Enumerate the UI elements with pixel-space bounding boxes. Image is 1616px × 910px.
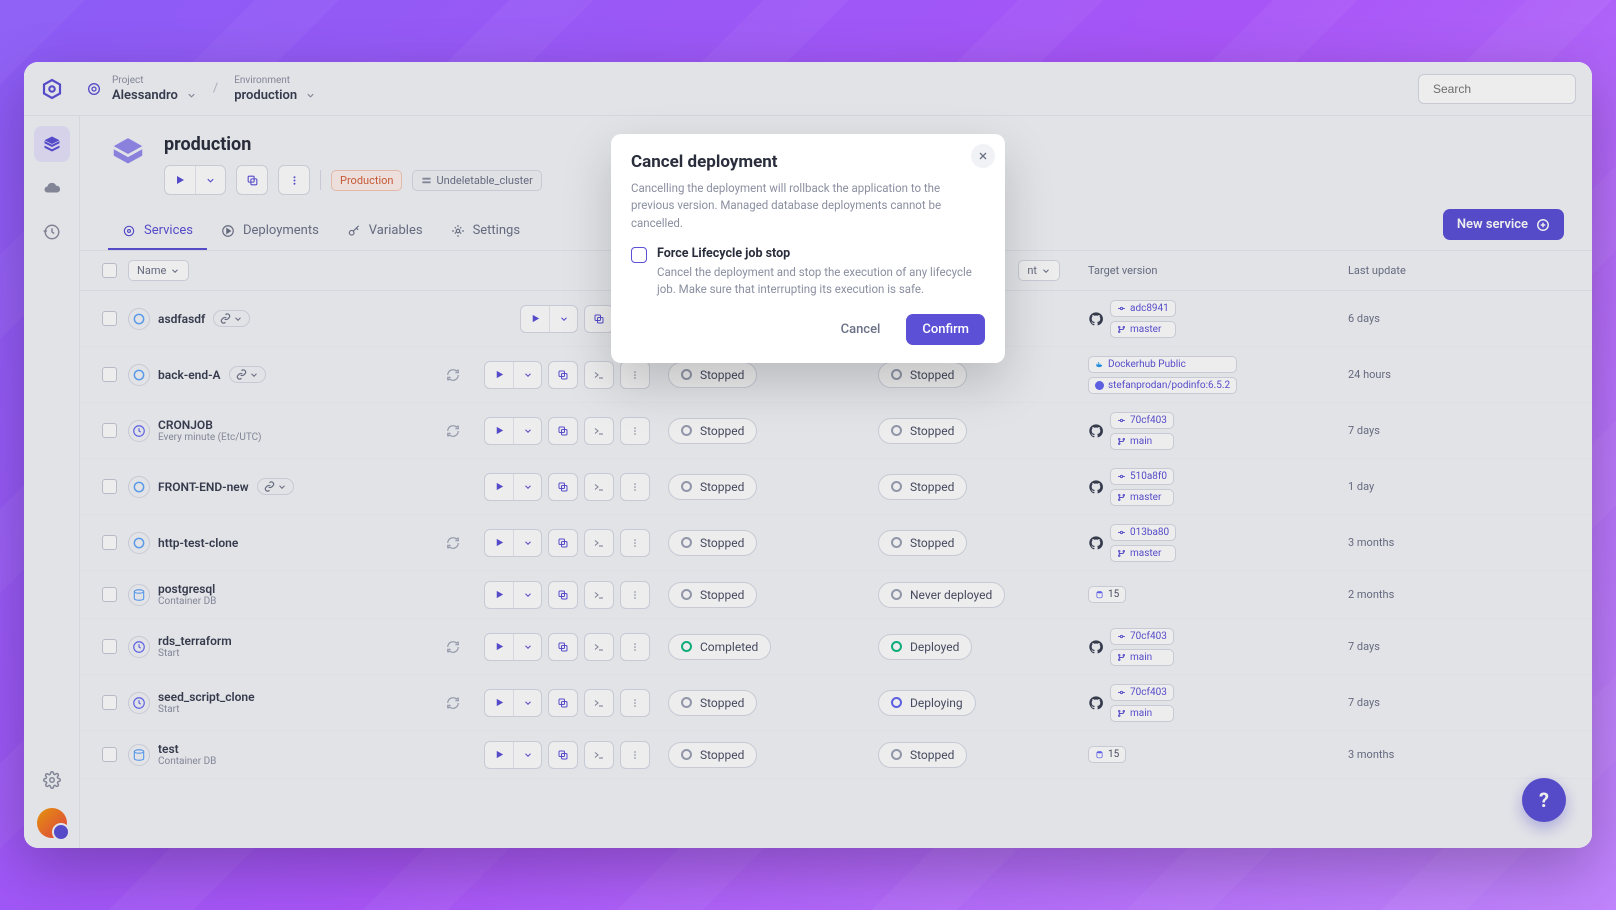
force-stop-checkbox[interactable]	[631, 247, 647, 263]
chk-desc: Cancel the deployment and stop the execu…	[657, 264, 985, 299]
modal-body: Cancelling the deployment will rollback …	[631, 180, 985, 232]
chk-title: Force Lifecycle job stop	[657, 246, 985, 261]
modal-backdrop[interactable]: Cancel deployment Cancelling the deploym…	[24, 62, 1592, 848]
modal-title: Cancel deployment	[631, 152, 985, 172]
close-button[interactable]	[971, 144, 995, 168]
cancel-deployment-modal: Cancel deployment Cancelling the deploym…	[611, 134, 1005, 363]
confirm-button[interactable]: Confirm	[906, 314, 985, 345]
cancel-button[interactable]: Cancel	[825, 314, 897, 345]
close-icon	[977, 150, 989, 162]
